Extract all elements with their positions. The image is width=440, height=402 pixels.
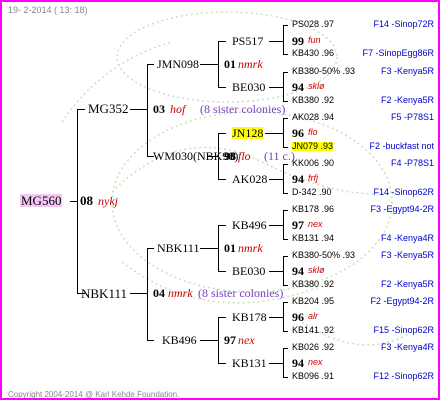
g2-name-0[interactable]: JMN098 (157, 58, 199, 70)
g2-name-2[interactable]: NBK111 (157, 242, 199, 254)
root-queen-name[interactable]: MG560 (20, 194, 63, 207)
g4-top-ref-6: F2 -Egypt94-2R (370, 296, 434, 306)
g4-bot-ref-5: F2 -Kenya5R (380, 279, 434, 289)
g3-breeder-6: nex (238, 333, 255, 347)
g4-year-7: 94 (292, 356, 304, 370)
g4-bot-ref-3: F14 -Sinop62R (373, 187, 434, 197)
g1-year-1: 04 (153, 286, 165, 300)
g2-year-1: 03 (153, 102, 165, 116)
g4-bot-0[interactable]: KB430 .96 (292, 49, 334, 58)
g4-bot-4[interactable]: KB131 .94 (292, 234, 334, 243)
g3-name-5[interactable]: BE030 (232, 265, 265, 277)
g4-year-6: 96 (292, 310, 304, 324)
g3-year-2: 98 (224, 149, 236, 163)
g4-bot-3[interactable]: D-342 .90 (292, 188, 332, 197)
g4-year-3: 94 (292, 172, 304, 186)
g2-note-1: (8 sister colonies) (200, 102, 286, 116)
g4-top-ref-3: F4 -P78S1 (390, 158, 434, 168)
g3-breeder-0: nmrk (238, 57, 263, 71)
copyright: Copyright 2004-2014 @ Karl Kehde Foundat… (8, 390, 180, 399)
g4-top-ref-4: F3 -Egypt94-2R (370, 204, 434, 214)
g1-note-1: (8 sister colonies) (198, 286, 284, 300)
g3-name-7[interactable]: KB131 (232, 357, 267, 369)
g4-year-0: 99 (292, 34, 304, 48)
g4-year-4: 97 (292, 218, 304, 232)
date-stamp: 19- 2-2014 ( 13: 18) (8, 5, 88, 15)
g3-year-6: 97 (224, 333, 236, 347)
watermark-bee-drawing (61, 11, 413, 346)
g3-year-4: 01 (224, 241, 236, 255)
g4-bot-5[interactable]: KB380 .92 (292, 280, 334, 289)
g3-name-2[interactable]: JN128 (232, 127, 264, 139)
g4-top-ref-2: F5 -P78S1 (390, 112, 434, 122)
g4-breeder-4: nex (308, 219, 323, 229)
root-breeder: nykj (98, 194, 118, 208)
g4-breeder-5: sklø (308, 265, 325, 275)
g2-name-3[interactable]: KB496 (162, 334, 197, 346)
g1-name-1[interactable]: NBK111 (81, 287, 127, 300)
g3-breeder-2: flo (238, 149, 251, 163)
g4-bot-ref-4: F4 -Kenya4R (380, 233, 434, 243)
g4-top-4[interactable]: KB178 .96 (292, 205, 334, 214)
g3-note-2: (11 c.) (264, 149, 295, 163)
g4-breeder-6: alr (308, 311, 319, 321)
g4-bot-ref-1: F2 -Kenya5R (380, 95, 434, 105)
g4-top-ref-1: F3 -Kenya5R (380, 66, 434, 76)
g4-breeder-1: sklø (308, 81, 325, 91)
g3-breeder-4: nmrk (238, 241, 263, 255)
g4-year-2: 96 (292, 126, 304, 140)
g4-bot-2[interactable]: JN079 .93 (292, 142, 334, 151)
g1-name-0[interactable]: MG352 (88, 102, 128, 115)
g3-name-0[interactable]: PS517 (232, 35, 263, 47)
g4-top-ref-7: F3 -Kenya4R (380, 342, 434, 352)
g1-breeder-1: nmrk (168, 286, 193, 300)
g4-breeder-2: flo (308, 127, 318, 137)
g4-top-2[interactable]: AK028 .94 (292, 113, 334, 122)
g3-name-4[interactable]: KB496 (232, 219, 267, 231)
pedigree-frame: 19- 2-2014 ( 13: 18) Copyright 2004-2014… (0, 0, 440, 400)
g4-top-7[interactable]: KB026 .92 (292, 343, 334, 352)
g4-top-5[interactable]: KB380-50% .93 (292, 251, 355, 260)
g4-top-6[interactable]: KB204 .95 (292, 297, 334, 306)
g4-breeder-3: frfj (308, 173, 318, 183)
g4-top-1[interactable]: KB380-50% .93 (292, 67, 355, 76)
g3-name-6[interactable]: KB178 (232, 311, 267, 323)
g4-breeder-7: nex (308, 357, 323, 367)
g3-name-3[interactable]: AK028 (232, 173, 267, 185)
g4-top-0[interactable]: PS028 .97 (292, 20, 334, 29)
g4-top-ref-5: F3 -Kenya5R (380, 250, 434, 260)
g4-year-5: 94 (292, 264, 304, 278)
root-year: 08 (80, 193, 93, 208)
g4-bot-ref-2: F2 -buckfast not (369, 141, 434, 151)
g4-top-3[interactable]: KK006 .90 (292, 159, 334, 168)
g4-breeder-0: fun (308, 35, 321, 45)
g4-bot-ref-0: F7 -SinopEgg86R (362, 48, 434, 58)
g4-bot-1[interactable]: KB380 .92 (292, 96, 334, 105)
g4-bot-6[interactable]: KB141 .92 (292, 326, 334, 335)
g4-top-ref-0: F14 -Sinop72R (373, 19, 434, 29)
g4-year-1: 94 (292, 80, 304, 94)
g2-breeder-1: hof (170, 102, 186, 116)
g3-name-1[interactable]: BE030 (232, 81, 265, 93)
g3-year-0: 01 (224, 57, 236, 71)
g4-bot-ref-7: F12 -Sinop62R (373, 371, 434, 381)
g4-bot-ref-6: F15 -Sinop62R (373, 325, 434, 335)
g4-bot-7[interactable]: KB096 .91 (292, 372, 334, 381)
